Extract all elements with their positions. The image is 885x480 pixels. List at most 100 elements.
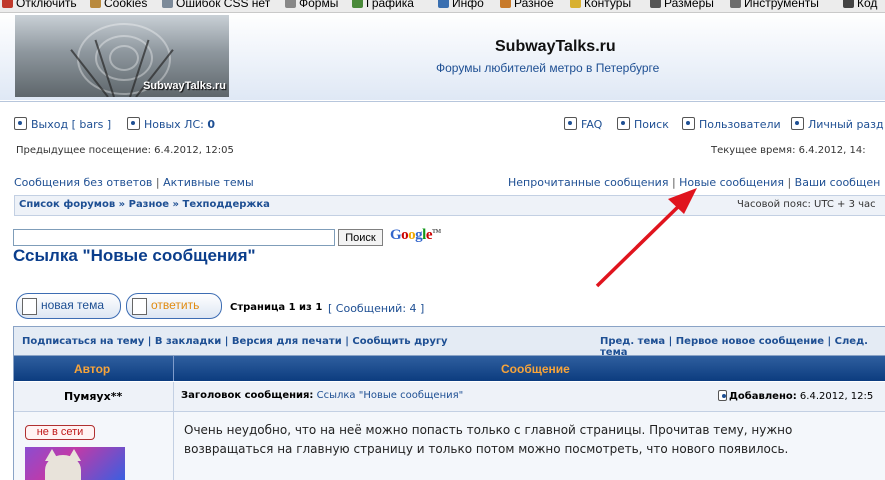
email-friend-link[interactable]: Сообщить другу [352,336,447,347]
breadcrumb: Список форумов » Разное » Техподдержка [19,199,270,210]
toolbar-disable[interactable]: Отключить [2,0,77,10]
forms-icon [285,0,296,8]
faq-label: FAQ [581,118,603,131]
table-header: Автор Сообщение [14,356,885,381]
outline-icon [570,0,581,8]
username: bars [79,118,104,131]
toolbar-disable-label: Отключить [16,0,77,10]
toolbar-misc-label: Разное [514,0,554,10]
reply-button[interactable]: ответить [126,293,222,319]
toolbar-code-label: Код [857,0,878,10]
subscribe-link[interactable]: Подписаться на тему [22,336,144,347]
breadcrumb-forum[interactable]: Техподдержка [183,199,270,210]
faq-icon [564,117,577,130]
current-time: Текущее время: 6.4.2012, 14: [711,145,866,156]
toolbar-tools-label: Инструменты [744,0,819,10]
webdev-toolbar: Отключить Cookies Ошибок CSS нет Формы Г… [0,0,885,13]
toolbar-forms[interactable]: Формы [285,0,338,10]
tools-icon [730,0,741,8]
topic-table: Подписаться на тему | В закладки | Верси… [13,326,885,480]
breadcrumb-category[interactable]: Разное [129,199,169,210]
unanswered-link[interactable]: Сообщения без ответов [14,176,152,189]
topic-actions-left: Подписаться на тему | В закладки | Верси… [22,336,448,347]
site-logo[interactable]: SubwayTalks.ru [15,15,229,97]
toolbar-css-label: Ошибок CSS нет [176,0,271,10]
prev-topic-link[interactable]: Пред. тема [600,336,665,347]
toolbar-cookies[interactable]: Cookies [90,0,147,10]
toolbar-code[interactable]: Код [843,0,877,10]
last-visit: Предыдущее посещение: 6.4.2012, 12:05 [16,145,234,156]
members-label: Пользователи [699,118,781,131]
new-pm-link[interactable]: Новых ЛС: 0 [127,117,215,131]
bookmark-link[interactable]: В закладки [155,336,221,347]
logo-text: SubwayTalks.ru [143,80,226,92]
search-link-label: Поиск [634,118,669,131]
toolbar-misc[interactable]: Разное [500,0,554,10]
first-unread-link[interactable]: Первое новое сообщение [676,336,824,347]
toolbar-cookies-label: Cookies [104,0,148,10]
info-icon [438,0,449,8]
subject-label: Заголовок сообщения: [181,390,314,401]
logout-label: Выход [31,118,69,131]
toolbar-images[interactable]: Графика [352,0,414,10]
post-count: [ Сообщений: 4 ] [328,302,425,315]
timezone: Часовой пояс: UTC + 3 час [737,199,876,210]
new-pm-label: Новых ЛС: [144,118,204,131]
search-input[interactable] [13,229,335,246]
posted-label: Добавлено: [729,391,797,402]
search-icon [617,117,630,130]
quicklinks-left: Сообщения без ответов | Активные темы [14,176,254,189]
site-description: Форумы любителей метро в Петербурге [436,61,660,75]
pagination: Страница 1 из 1 [230,302,323,313]
toolbar-images-label: Графика [366,0,414,10]
toolbar-css[interactable]: Ошибок CSS нет [162,0,270,10]
breadcrumb-forum-index[interactable]: Список форумов [19,199,115,210]
toolbar-info[interactable]: Инфо [438,0,484,10]
code-icon [843,0,854,8]
reply-label: ответить [151,298,200,312]
toolbar-forms-label: Формы [299,0,339,10]
new-topic-button[interactable]: новая тема [16,293,121,319]
google-logo: GoogleTM [390,227,441,244]
toolbar-tools[interactable]: Инструменты [730,0,819,10]
document-icon [22,298,37,315]
post-icon[interactable] [718,390,727,401]
toolbar-resize-label: Размеры [664,0,714,10]
post-text: Очень неудобно, что на неё можно попасть… [184,423,793,456]
your-posts-link[interactable]: Ваши сообщен [795,176,881,189]
toolbar-resize[interactable]: Размеры [650,0,714,10]
active-topics-link[interactable]: Активные темы [163,176,254,189]
members-icon [682,117,695,130]
post-author[interactable]: Пумяух** [64,390,122,403]
print-link[interactable]: Версия для печати [232,336,342,347]
header-divider [0,101,885,102]
search-button[interactable]: Поиск [338,229,383,246]
logout-link[interactable]: Выход [ bars ] [14,117,111,131]
post-body-row: не в сети Очень неудобно, что на неё мож… [14,412,885,480]
site-header: SubwayTalks.ru SubwayTalks.ru Форумы люб… [0,13,885,100]
toolbar-outline[interactable]: Контуры [570,0,631,10]
profile-icon [791,117,804,130]
posted-time: 6.4.2012, 12:5 [799,391,874,402]
site-title: SubwayTalks.ru [495,38,616,55]
toolbar-outline-label: Контуры [584,0,632,10]
author-column-header: Автор [74,362,111,376]
new-posts-link[interactable]: Новые сообщения [679,176,784,189]
search-link[interactable]: Поиск [617,117,669,131]
google-tm: TM [432,229,441,235]
post-subject: Заголовок сообщения: Ссылка "Новые сообщ… [181,390,463,401]
css-icon [162,0,173,8]
disable-icon [2,0,13,8]
topic-title[interactable]: Ссылка "Новые сообщения" [13,246,256,266]
profile-link[interactable]: Личный разд [791,117,884,131]
subject-link[interactable]: Ссылка "Новые сообщения" [317,390,464,401]
faq-link[interactable]: FAQ [564,117,602,131]
topic-actions-row: Подписаться на тему | В закладки | Верси… [14,326,885,358]
unread-link[interactable]: Непрочитанные сообщения [508,176,668,189]
topic-actions-right: Пред. тема | Первое новое сообщение | Сл… [600,336,868,358]
resize-icon [650,0,661,8]
navigation-bar: Список форумов » Разное » Техподдержка Ч… [14,195,885,216]
image-icon [352,0,363,8]
members-link[interactable]: Пользователи [682,117,781,131]
avatar [25,447,125,480]
